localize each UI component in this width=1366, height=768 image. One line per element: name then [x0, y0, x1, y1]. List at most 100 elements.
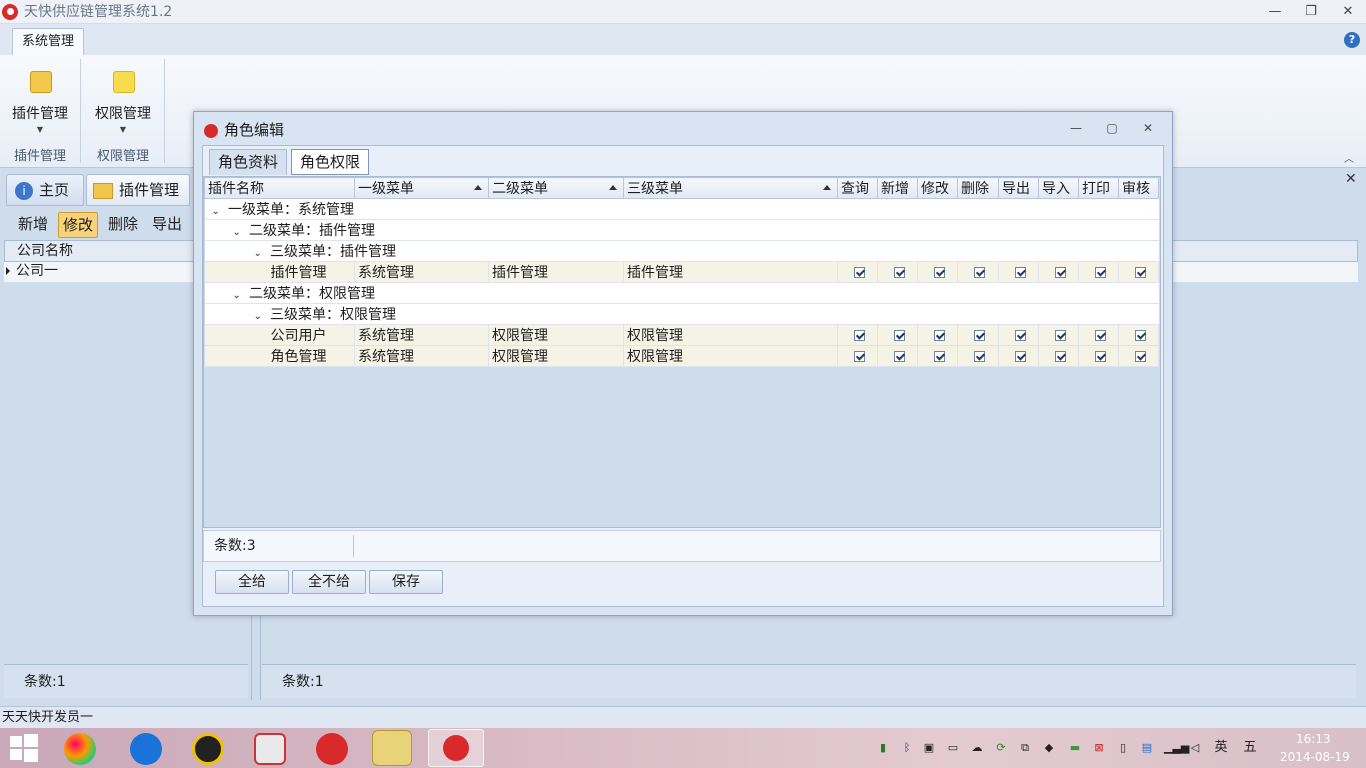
- save-button[interactable]: 保存: [369, 570, 443, 594]
- edit-button[interactable]: 修改: [58, 212, 99, 238]
- export-button[interactable]: 导出: [148, 212, 186, 238]
- keyboard-icon[interactable]: ▤: [1140, 741, 1154, 755]
- app-icon-flower[interactable]: [64, 733, 96, 765]
- export-checkbox[interactable]: [1014, 329, 1026, 341]
- cell-menu-l2[interactable]: 插件管理: [488, 261, 624, 283]
- add-checkbox[interactable]: [893, 266, 905, 278]
- phone-icon[interactable]: ▯: [1116, 741, 1130, 755]
- company-name-header[interactable]: 公司名称: [4, 240, 194, 262]
- file-explorer-icon[interactable]: [372, 730, 412, 766]
- col-export[interactable]: 导出: [998, 177, 1039, 199]
- tab-home[interactable]: i 主页: [6, 174, 84, 206]
- delete-checkbox[interactable]: [974, 266, 985, 278]
- wifi-icon[interactable]: [130, 733, 162, 765]
- chevron-down-icon[interactable]: ⌄: [233, 290, 245, 301]
- col-print[interactable]: 打印: [1078, 177, 1119, 199]
- grant-none-button[interactable]: 全不给: [292, 570, 366, 594]
- cloud-icon[interactable]: ☁: [970, 741, 984, 755]
- query-checkbox[interactable]: [853, 350, 865, 362]
- cell-menu-l3[interactable]: 权限管理: [623, 345, 838, 367]
- tab-plugin-manage[interactable]: 插件管理: [86, 174, 190, 206]
- print-checkbox[interactable]: [1094, 266, 1106, 278]
- right-grid-row[interactable]: [1172, 262, 1358, 282]
- signal-icon[interactable]: ▁▃▅: [1164, 741, 1189, 755]
- active-app-button[interactable]: [428, 729, 484, 767]
- clock-time[interactable]: 16:13: [1296, 732, 1331, 746]
- add-checkbox[interactable]: [893, 329, 905, 341]
- col-add[interactable]: 新增: [877, 177, 918, 199]
- print-checkbox[interactable]: [1094, 329, 1106, 341]
- scissors-icon[interactable]: [254, 733, 286, 765]
- chevron-down-icon[interactable]: ⌄: [254, 311, 266, 322]
- table-row[interactable]: 公司一: [4, 262, 194, 282]
- group-row-l2[interactable]: ⌄ 二级菜单：插件管理: [204, 219, 1159, 241]
- delete-checkbox[interactable]: [974, 350, 985, 362]
- monitor-icon[interactable]: ▭: [946, 741, 960, 755]
- group-row-l2[interactable]: ⌄ 二级菜单：权限管理: [204, 282, 1159, 304]
- delete-checkbox[interactable]: [974, 329, 985, 341]
- security-icon[interactable]: ◆: [1042, 741, 1056, 755]
- dialog-maximize-button[interactable]: ▢: [1102, 121, 1122, 139]
- col-delete[interactable]: 删除: [957, 177, 999, 199]
- delete-button[interactable]: 删除: [104, 212, 142, 238]
- table-row[interactable]: 角色管理 系统管理 权限管理 权限管理: [204, 345, 1159, 367]
- cell-menu-l1[interactable]: 系统管理: [354, 345, 489, 367]
- cell-menu-l3[interactable]: 插件管理: [623, 261, 838, 283]
- cell-menu-l3[interactable]: 权限管理: [623, 324, 838, 346]
- import-checkbox[interactable]: [1054, 329, 1066, 341]
- close-tab-icon[interactable]: ✕: [1345, 171, 1357, 187]
- device-icon[interactable]: ▣: [922, 741, 936, 755]
- table-row[interactable]: 公司用户 系统管理 权限管理 权限管理: [204, 324, 1159, 346]
- col-edit[interactable]: 修改: [917, 177, 958, 199]
- print-checkbox[interactable]: [1094, 350, 1106, 362]
- import-checkbox[interactable]: [1054, 350, 1066, 362]
- col-import[interactable]: 导入: [1038, 177, 1079, 199]
- plugin-manage-button[interactable]: 插件管理 ▼: [0, 63, 80, 153]
- cell-menu-l1[interactable]: 系统管理: [354, 261, 489, 283]
- group-row-l3[interactable]: ⌄ 三级菜单：权限管理: [204, 303, 1159, 325]
- chevron-down-icon[interactable]: ⌄: [233, 227, 245, 238]
- cell-plugin-name[interactable]: 插件管理: [204, 261, 355, 283]
- sync-icon[interactable]: ⟳: [994, 741, 1008, 755]
- export-checkbox[interactable]: [1014, 350, 1026, 362]
- volume-icon[interactable]: ◁: [1188, 741, 1202, 755]
- col-audit[interactable]: 审核: [1118, 177, 1159, 199]
- query-checkbox[interactable]: [853, 329, 865, 341]
- add-button[interactable]: 新增: [14, 212, 52, 238]
- col-plugin-name[interactable]: 插件名称: [204, 177, 355, 199]
- cell-menu-l2[interactable]: 权限管理: [488, 345, 624, 367]
- table-row[interactable]: 插件管理 系统管理 插件管理 插件管理: [204, 261, 1159, 283]
- battery-icon[interactable]: ▬: [1068, 741, 1082, 755]
- ribbon-tab-system[interactable]: 系统管理: [12, 28, 84, 56]
- group-row-l1[interactable]: ⌄ 一级菜单：系统管理: [204, 198, 1159, 220]
- cell-plugin-name[interactable]: 角色管理: [204, 345, 355, 367]
- ime-mode-indicator[interactable]: 五: [1243, 741, 1257, 755]
- dialog-minimize-button[interactable]: —: [1066, 121, 1086, 139]
- tab-role-permission[interactable]: 角色权限: [291, 149, 370, 175]
- app-logo-icon[interactable]: [316, 733, 348, 765]
- col-menu-l1[interactable]: 一级菜单: [354, 177, 489, 199]
- col-menu-l3[interactable]: 三级菜单: [623, 177, 838, 199]
- edit-checkbox[interactable]: [933, 266, 945, 278]
- qq-icon[interactable]: [192, 733, 224, 765]
- export-checkbox[interactable]: [1014, 266, 1026, 278]
- edit-checkbox[interactable]: [933, 329, 945, 341]
- cell-menu-l1[interactable]: 系统管理: [354, 324, 489, 346]
- close-button[interactable]: ✕: [1335, 2, 1361, 22]
- restore-button[interactable]: ❐: [1298, 2, 1324, 22]
- dialog-close-button[interactable]: ✕: [1138, 121, 1158, 139]
- chevron-down-icon[interactable]: ⌄: [254, 248, 266, 259]
- group-row-l3[interactable]: ⌄ 三级菜单：插件管理: [204, 240, 1159, 262]
- help-icon[interactable]: ?: [1344, 32, 1360, 48]
- cell-menu-l2[interactable]: 权限管理: [488, 324, 624, 346]
- col-menu-l2[interactable]: 二级菜单: [488, 177, 624, 199]
- query-checkbox[interactable]: [853, 266, 865, 278]
- tab-role-info[interactable]: 角色资料: [209, 149, 288, 175]
- minimize-button[interactable]: —: [1262, 2, 1288, 22]
- audit-checkbox[interactable]: [1134, 329, 1146, 341]
- grant-all-button[interactable]: 全给: [215, 570, 289, 594]
- network-icon[interactable]: ▮: [876, 741, 890, 755]
- permission-manage-button[interactable]: 权限管理 ▼: [83, 63, 163, 153]
- edit-checkbox[interactable]: [933, 350, 945, 362]
- clock-date[interactable]: 2014-08-19: [1280, 750, 1350, 764]
